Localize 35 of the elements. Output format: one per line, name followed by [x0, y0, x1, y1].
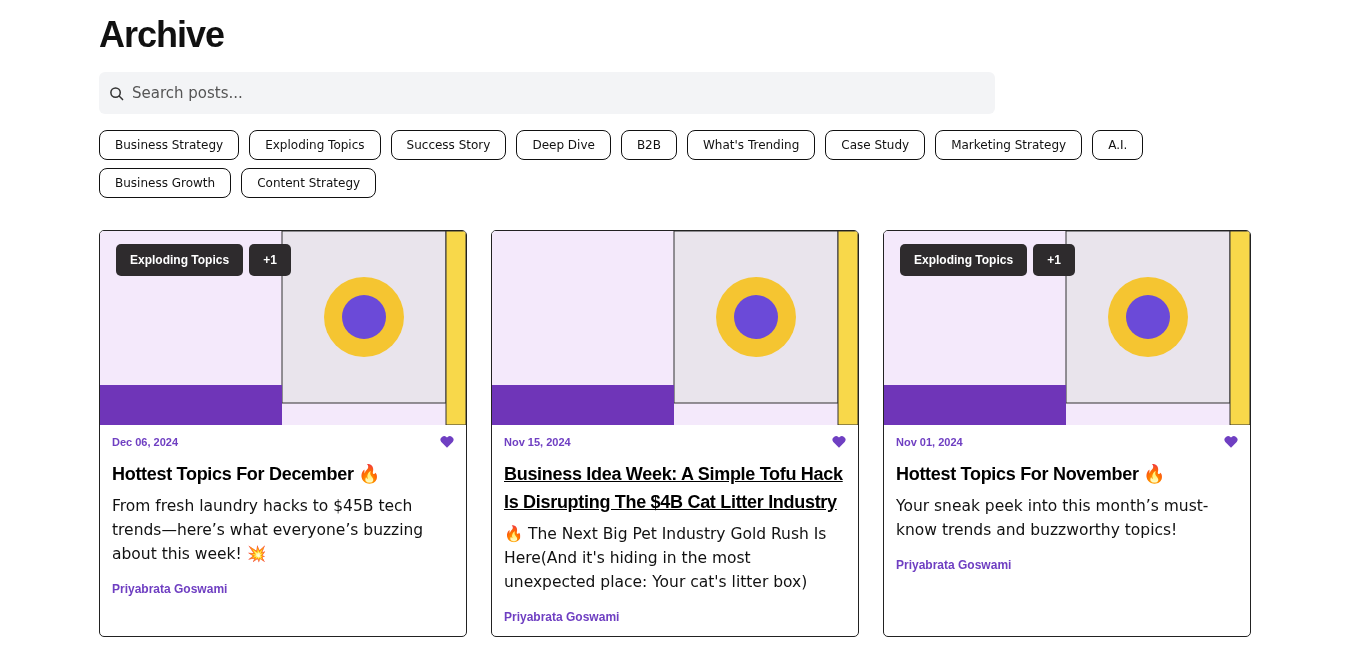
post-title[interactable]: Business Idea Week: A Simple Tofu Hack Is Disrupting The $4B Cat Litter Industry — [504, 460, 846, 516]
author-name[interactable]: Priyabrata Goswami — [504, 610, 620, 624]
category-filter[interactable]: What's Trending — [687, 130, 816, 160]
category-filter[interactable]: Business Growth — [99, 168, 232, 198]
heart-icon[interactable] — [440, 435, 454, 448]
category-filter[interactable]: Business Strategy — [99, 130, 240, 160]
search-field[interactable]: Search posts... — [99, 72, 995, 114]
category-filter[interactable]: Content Strategy — [241, 168, 377, 198]
post-date: Dec 06, 2024 — [112, 435, 179, 448]
post-card[interactable]: Exploding Topics +1 Nov 01, 2024 Hottest Topics For November 🔥 Your sneak peek into this month’s must-know trends and buzzworthy topics! Priyabrata Goswami — [883, 230, 1251, 637]
heart-icon[interactable] — [832, 435, 846, 448]
category-filter[interactable]: B2B — [620, 130, 677, 160]
heart-icon[interactable] — [1224, 435, 1238, 448]
category-filter[interactable]: A.I. — [1092, 130, 1144, 160]
post-date: Nov 01, 2024 — [896, 435, 963, 448]
tag-chip[interactable]: Exploding Topics — [116, 244, 244, 276]
category-filter[interactable]: Marketing Strategy — [935, 130, 1083, 160]
category-filter[interactable]: Case Study — [825, 130, 926, 160]
tag-chip[interactable]: +1 — [249, 244, 291, 276]
post-card[interactable] — [491, 230, 859, 637]
post-title[interactable]: Hottest Topics For November 🔥 — [896, 460, 1238, 488]
post-title[interactable]: Hottest Topics For December 🔥 — [112, 460, 454, 488]
post-excerpt: Your sneak peek into this month’s must-know trends and buzzworthy topics! — [896, 496, 1210, 541]
tag-chip[interactable]: +1 — [1033, 244, 1075, 276]
author-name[interactable]: Priyabrata Goswami — [896, 558, 1012, 572]
post-excerpt: From fresh laundry hacks to $45B tech trends—here’s what everyone’s buzzing about this week! 💥 — [112, 496, 425, 565]
tag-chip[interactable]: Exploding Topics — [900, 244, 1028, 276]
page-title: Archive — [99, 14, 226, 57]
category-filter[interactable]: Deep Dive — [516, 130, 611, 160]
post-excerpt: 🔥 The Next Big Pet Industry Gold Rush Is Here(And it's hiding in the most unexpected place: Your cat's litter box) — [504, 524, 828, 593]
author-name[interactable]: Priyabrata Goswami — [112, 582, 228, 596]
category-filter[interactable]: Exploding Topics — [249, 130, 381, 160]
category-filter[interactable]: Success Story — [390, 130, 507, 160]
post-card[interactable]: Exploding Topics +1 Dec 06, 2024 Hottest Topics For December 🔥 From fresh laundry hacks to $45B tech trends—here’s what everyone’s buzzing about this week! 💥 Priyabrata Goswami — [99, 230, 467, 637]
post-date: Nov 15, 2024 — [504, 435, 571, 448]
